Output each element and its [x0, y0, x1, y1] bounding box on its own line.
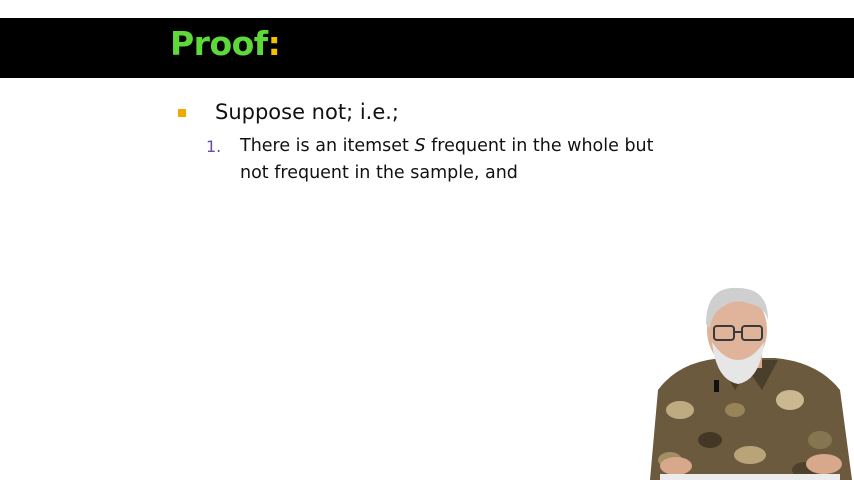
bullet-square-icon: [178, 109, 186, 117]
sub-item-line-2: not frequent in the sample, and: [240, 163, 518, 183]
slide-title-colon: :: [267, 24, 281, 63]
sub-item-line-1-after: frequent in the whole but: [425, 136, 654, 156]
presenter-video-inset: [650, 287, 852, 480]
lapel-microphone: [714, 380, 719, 392]
slide-title-word: Proof: [170, 24, 268, 63]
presenter-hand-right: [806, 454, 842, 474]
sub-item-number: 1.: [206, 137, 222, 156]
desk-edge: [660, 474, 840, 480]
top-margin: [0, 0, 854, 18]
sub-item-line-1: There is an itemset S frequent in the wh…: [240, 135, 654, 157]
slide-title: Proof:: [170, 24, 281, 64]
bullet-text: Suppose not; i.e.;: [215, 100, 400, 124]
sub-item-variable: S: [414, 136, 426, 156]
sub-item-line-1-before: There is an itemset: [240, 136, 415, 156]
presenter-hand-left: [660, 457, 692, 475]
slide-title-bar: [0, 18, 854, 78]
